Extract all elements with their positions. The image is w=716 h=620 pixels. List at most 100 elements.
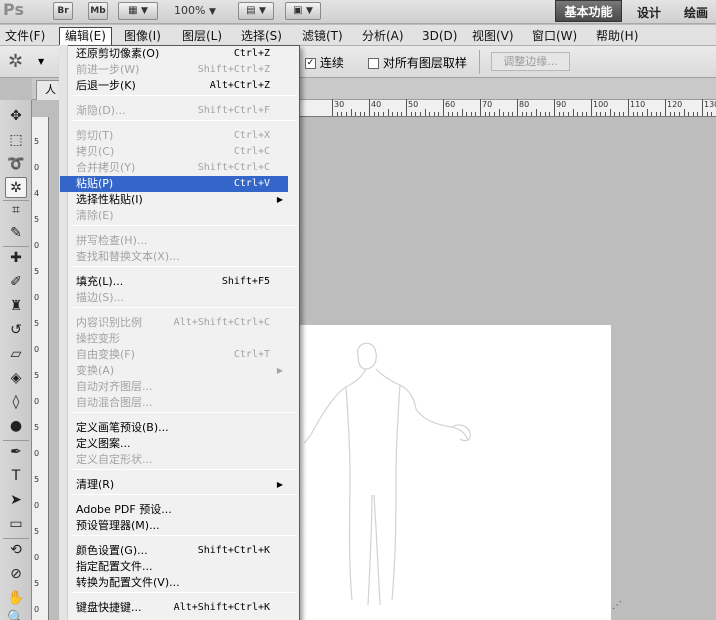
ruler-minor-tick — [586, 112, 588, 116]
menu-item[interactable]: 清理(R) ▶ — [60, 477, 288, 493]
menu-item-label: 合并拷贝(Y) — [76, 161, 136, 174]
workspace-essentials-button[interactable]: 基本功能 — [555, 0, 622, 22]
menu-separator — [71, 120, 297, 121]
menu-window[interactable]: 窗口(W) — [527, 27, 582, 45]
brush-tool-icon[interactable]: ✐ — [5, 272, 27, 293]
ruler-minor-tick — [433, 112, 435, 116]
menu-help[interactable]: 帮助(H) — [591, 27, 643, 45]
healing-brush-tool-icon[interactable]: ✚ — [5, 248, 27, 269]
ruler-tick-label: 0 — [34, 163, 40, 172]
paint-bucket-tool-icon[interactable]: ◈ — [5, 368, 27, 389]
ruler-minor-tick — [355, 112, 357, 116]
menu-item[interactable]: 后退一步(K) Alt+Ctrl+Z — [60, 78, 288, 94]
refine-edge-button[interactable]: 调整边缘... — [491, 52, 570, 71]
ruler-tick — [369, 99, 370, 116]
document-canvas[interactable] — [296, 325, 611, 620]
menu-item[interactable]: 预设管理器(M)... — [60, 518, 288, 534]
menu-item[interactable]: 粘贴(P) Ctrl+V — [60, 176, 288, 192]
3d-rotate-tool-icon[interactable]: ⟲ — [5, 540, 27, 561]
menu-filter[interactable]: 滤镜(T) — [297, 27, 348, 45]
ruler-tick-label: 100 — [593, 100, 609, 109]
menu-item[interactable]: 定义图案... — [60, 436, 288, 452]
hand-tool-icon[interactable]: ✋ — [5, 588, 27, 609]
bridge-button[interactable]: Br — [53, 2, 73, 20]
move-tool-icon[interactable]: ✥ — [5, 106, 27, 127]
ruler-minor-tick — [683, 109, 685, 116]
menu-file[interactable]: 文件(F) — [0, 27, 50, 45]
clone-stamp-tool-icon[interactable]: ♜ — [5, 296, 27, 317]
menu-item-label: Adobe PDF 预设... — [76, 503, 172, 516]
menu-item[interactable]: 还原剪切像素(O) Ctrl+Z — [60, 46, 288, 62]
menu-item: 自动混合图层... — [60, 395, 288, 411]
ruler-minor-tick — [577, 112, 579, 116]
application-bar: Ps Br Mb ▦ ▼ 100% ▼ ▤ ▼ ▣ ▼ 基本功能 设计 绘画 — [0, 0, 716, 24]
pen-tool-icon[interactable]: ✒ — [5, 442, 27, 463]
menu-item[interactable]: 指定配置文件... — [60, 559, 288, 575]
marquee-tool-icon[interactable]: ⬚ — [5, 130, 27, 151]
menu-edit[interactable]: 编辑(E) — [59, 27, 112, 45]
blur-tool-icon[interactable]: ◊ — [5, 392, 27, 413]
workspace-design-button[interactable]: 设计 — [637, 4, 661, 21]
ruler-tick-label: 0 — [34, 501, 40, 510]
ruler-minor-tick — [530, 112, 532, 116]
screen-mode-button[interactable]: ▣ ▼ — [285, 2, 321, 20]
menu-item-label: 自由变换(F) — [76, 348, 135, 361]
history-brush-tool-icon[interactable]: ↺ — [5, 320, 27, 341]
menu-item-label: 清理(R) — [76, 478, 115, 491]
path-selection-tool-icon[interactable]: ➤ — [5, 490, 27, 511]
menu-item[interactable]: 选择性粘贴(I) ▶ — [60, 192, 288, 208]
mini-bridge-button[interactable]: Mb — [88, 2, 108, 20]
view-extras-button[interactable]: ▦ ▼ — [118, 2, 158, 20]
magic-wand-tool-icon[interactable]: ✲ — [5, 177, 27, 198]
sample-all-layers-checkbox[interactable]: 对所有图层取样 — [368, 54, 467, 71]
menu-separator — [71, 266, 297, 267]
menu-item-label: 颜色设置(G)... — [76, 544, 148, 557]
menu-item-shortcut: Shift+Ctrl+F — [197, 105, 270, 116]
eraser-tool-icon[interactable]: ▱ — [5, 344, 27, 365]
ruler-tick — [665, 99, 666, 116]
menu-layer[interactable]: 图层(L) — [177, 27, 227, 45]
ruler-minor-tick — [447, 112, 449, 116]
eyedropper-tool-icon[interactable]: ✎ — [5, 223, 27, 244]
menu-item[interactable]: Adobe PDF 预设... — [60, 502, 288, 518]
contiguous-checkbox[interactable]: ✓ 连续 — [305, 54, 344, 71]
ruler-minor-tick — [660, 112, 662, 116]
crop-tool-icon[interactable]: ⌗ — [5, 200, 27, 221]
ruler-minor-tick — [549, 112, 551, 116]
menu-separator — [71, 494, 297, 495]
ruler-minor-tick — [359, 112, 361, 116]
ruler-minor-tick — [618, 112, 620, 116]
menu-item[interactable]: 转换为配置文件(V)... — [60, 575, 288, 591]
ruler-tick-label: 0 — [34, 345, 40, 354]
menu-image[interactable]: 图像(I) — [119, 27, 166, 45]
workspace-painting-button[interactable]: 绘画 — [684, 4, 708, 21]
menu-view[interactable]: 视图(V) — [467, 27, 519, 45]
checkmark-icon: ✓ — [305, 58, 316, 69]
dodge-tool-icon[interactable]: ● — [5, 416, 27, 437]
menu-select[interactable]: 选择(S) — [236, 27, 287, 45]
ruler-tick-label: 5 — [34, 137, 40, 146]
ruler-minor-tick — [655, 112, 657, 116]
chevron-down-icon[interactable]: ▼ — [38, 57, 44, 66]
menu-item: 拷贝(C) Ctrl+C — [60, 144, 288, 160]
lasso-tool-icon[interactable]: ➰ — [5, 154, 27, 175]
menu-item[interactable]: 定义画笔预设(B)... — [60, 420, 288, 436]
arrange-documents-button[interactable]: ▤ ▼ — [238, 2, 274, 20]
menu-item-label: 拷贝(C) — [76, 145, 115, 158]
menu-item-label: 后退一步(K) — [76, 79, 136, 92]
zoom-tool-icon[interactable]: 🔍 — [5, 608, 27, 620]
ruler-minor-tick — [512, 112, 514, 116]
zoom-dropdown[interactable]: 100% ▼ — [174, 4, 216, 17]
menu-3d[interactable]: 3D(D) — [417, 27, 462, 45]
menu-item[interactable]: 颜色设置(G)... Shift+Ctrl+K — [60, 543, 288, 559]
menu-item[interactable]: 键盘快捷键... Alt+Shift+Ctrl+K — [60, 600, 288, 616]
menu-item[interactable]: 填充(L)... Shift+F5 — [60, 274, 288, 290]
ruler-tick-label: 0 — [34, 553, 40, 562]
shape-tool-icon[interactable]: ▭ — [5, 514, 27, 535]
menu-item-label: 描边(S)... — [76, 291, 125, 304]
menu-analysis[interactable]: 分析(A) — [357, 27, 409, 45]
grid-icon: ▦ — [128, 5, 138, 16]
3d-orbit-tool-icon[interactable]: ⊘ — [5, 564, 27, 585]
type-tool-icon[interactable]: T — [5, 466, 27, 487]
magic-wand-preset-icon[interactable]: ✲ — [8, 51, 23, 72]
